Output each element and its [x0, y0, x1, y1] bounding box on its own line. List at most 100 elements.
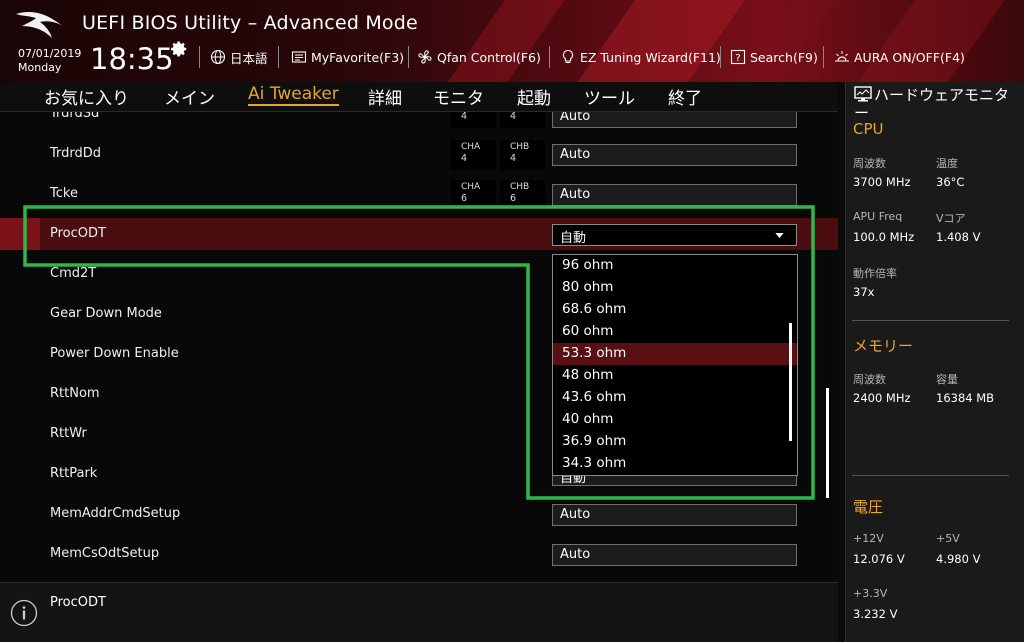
app-title: UEFI BIOS Utility – Advanced Mode — [82, 12, 418, 34]
rog-logo-icon — [16, 12, 66, 38]
v12-label: +12V — [853, 532, 884, 545]
aura-light-icon — [835, 51, 849, 62]
v5-label: +5V — [936, 532, 960, 545]
memaddrcmdsetup-value-field[interactable]: Auto — [552, 504, 797, 526]
info-icon — [10, 599, 38, 627]
setting-label-cmd2t[interactable]: Cmd2T — [50, 266, 96, 281]
procodt-select[interactable]: 自動 — [552, 224, 797, 246]
monitor-header: ハードウェアモニター — [854, 86, 1022, 122]
option-item-selected[interactable]: 53.3 ohm — [553, 343, 797, 365]
cpu-freq-label: 周波数 — [853, 157, 886, 170]
setting-label-memcsodtsetup[interactable]: MemCsOdtSetup — [50, 546, 159, 561]
trdrdsd-cha-box: 4 — [451, 112, 496, 128]
setting-label-trdrddd[interactable]: TrdrdDd — [50, 146, 101, 161]
sidebar-divider — [852, 475, 1009, 476]
setting-label-power-down-enable[interactable]: Power Down Enable — [50, 346, 179, 361]
v12-value: 12.076 V — [853, 552, 905, 566]
option-item[interactable]: 80 ohm — [553, 277, 797, 299]
v5-value: 4.980 V — [936, 552, 981, 566]
option-item[interactable]: 60 ohm — [553, 321, 797, 343]
mem-freq-value: 2400 MHz — [853, 391, 911, 405]
setting-label-rttwr[interactable]: RttWr — [50, 426, 87, 441]
option-item[interactable]: 40 ohm — [553, 409, 797, 431]
setting-label-memaddrcmdsetup[interactable]: MemAddrCmdSetup — [50, 506, 180, 521]
setting-label-tcke[interactable]: Tcke — [50, 186, 78, 201]
main-menu-bar: お気に入り メイン Ai Tweaker 詳細 モニタ 起動 ツール 終了 — [0, 82, 838, 112]
ez-tuning-label: EZ Tuning Wizard(F11) — [580, 49, 721, 65]
tcke-chb-box: CHB 6 — [500, 180, 545, 210]
language-label: 日本語 — [230, 50, 268, 66]
trdrdsd-cha-value: 4 — [461, 112, 468, 122]
voltage-section-title: 電圧 — [853, 498, 884, 516]
myfavorite-button[interactable]: MyFavorite(F3) — [291, 47, 404, 67]
setting-label-rttnom[interactable]: RttNom — [50, 386, 100, 401]
mem-capacity-label: 容量 — [936, 373, 958, 386]
tab-exit[interactable]: 終了 — [668, 84, 702, 109]
hardware-monitor-panel: ハードウェアモニター CPU 周波数 温度 3700 MHz 36°C APU … — [845, 82, 1024, 642]
tcke-value-field[interactable]: Auto — [552, 184, 797, 206]
dropdown-scrollbar[interactable] — [789, 323, 792, 441]
cpu-section-title: CPU — [853, 120, 884, 138]
myfavorite-label: MyFavorite(F3) — [311, 49, 405, 65]
svg-text:?: ? — [735, 53, 740, 64]
tab-advanced[interactable]: 詳細 — [368, 84, 402, 109]
memory-section-title: メモリー — [853, 337, 914, 355]
option-item[interactable]: 48 ohm — [553, 365, 797, 387]
cha-label: CHA — [461, 142, 481, 152]
ez-tuning-button[interactable]: EZ Tuning Wizard(F11) — [560, 47, 721, 67]
aura-label: AURA ON/OFF(F4) — [854, 49, 965, 65]
qfan-button[interactable]: Qfan Control(F6) — [417, 47, 541, 67]
aura-button[interactable]: AURA ON/OFF(F4) — [834, 47, 965, 67]
sidebar-divider — [852, 320, 1009, 321]
search-button[interactable]: ? Search(F9) — [730, 47, 818, 67]
ratio-label: 動作倍率 — [853, 267, 897, 280]
tab-tool[interactable]: ツール — [584, 84, 635, 109]
search-help-icon: ? — [730, 49, 746, 65]
dropdown-arrow-icon — [775, 233, 784, 238]
cpu-temp-label: 温度 — [936, 157, 958, 170]
trdrddd-chb-box: CHB 4 — [500, 140, 545, 170]
help-text: ProcODT — [50, 595, 106, 610]
date-display: 07/01/2019 Monday — [18, 47, 81, 75]
setting-label-rttpark[interactable]: RttPark — [50, 466, 97, 481]
setting-label-procodt[interactable]: ProcODT — [50, 226, 106, 241]
favorite-list-icon — [291, 51, 307, 63]
option-item[interactable]: 36.9 ohm — [553, 431, 797, 453]
procodt-options-list: 96 ohm 80 ohm 68.6 ohm 60 ohm 53.3 ohm 4… — [552, 254, 798, 476]
language-button[interactable]: 日本語 — [210, 47, 268, 67]
mem-freq-label: 周波数 — [853, 373, 886, 386]
cpu-freq-value: 3700 MHz — [853, 175, 911, 189]
tab-main[interactable]: メイン — [164, 84, 215, 109]
tcke-cha-box: CHA 6 — [451, 180, 496, 210]
trdrddd-value-field[interactable]: Auto — [552, 144, 797, 166]
chb-label: CHB — [510, 182, 530, 192]
chb-label: CHB — [510, 142, 530, 152]
option-item[interactable]: 34.3 ohm — [553, 453, 797, 475]
option-item[interactable]: 96 ohm — [553, 255, 797, 277]
v33-value: 3.232 V — [853, 607, 898, 621]
apu-freq-value: 100.0 MHz — [853, 230, 915, 244]
globe-icon — [210, 49, 226, 65]
search-label: Search(F9) — [750, 49, 818, 65]
setting-label-gear-down-mode[interactable]: Gear Down Mode — [50, 306, 162, 321]
cha-label: CHA — [461, 182, 481, 192]
settings-scrollbar[interactable] — [826, 388, 829, 498]
trdrddd-chb-value: 4 — [510, 153, 517, 164]
trdrdsd-value-field[interactable]: Auto — [552, 112, 797, 128]
tab-favorites[interactable]: お気に入り — [44, 84, 129, 109]
gear-icon[interactable] — [170, 40, 188, 58]
option-item[interactable]: 43.6 ohm — [553, 387, 797, 409]
monitor-title: ハードウェアモニター — [854, 86, 1010, 122]
tab-monitor[interactable]: モニタ — [433, 84, 484, 109]
memcsodtsetup-value-field[interactable]: Auto — [552, 544, 797, 566]
setting-label-trdrdsd[interactable]: TrdrdSd — [50, 112, 99, 121]
trdrddd-cha-box: CHA 4 — [451, 140, 496, 170]
tab-ai-tweaker[interactable]: Ai Tweaker — [248, 84, 339, 106]
qfan-label: Qfan Control(F6) — [437, 49, 541, 65]
apu-freq-label: APU Freq — [853, 210, 903, 223]
trdrddd-cha-value: 4 — [461, 153, 468, 164]
tab-boot[interactable]: 起動 — [517, 84, 551, 109]
header-bar: UEFI BIOS Utility – Advanced Mode 07/01/… — [0, 0, 1024, 82]
mem-capacity-value: 16384 MB — [936, 391, 995, 405]
option-item[interactable]: 68.6 ohm — [553, 299, 797, 321]
